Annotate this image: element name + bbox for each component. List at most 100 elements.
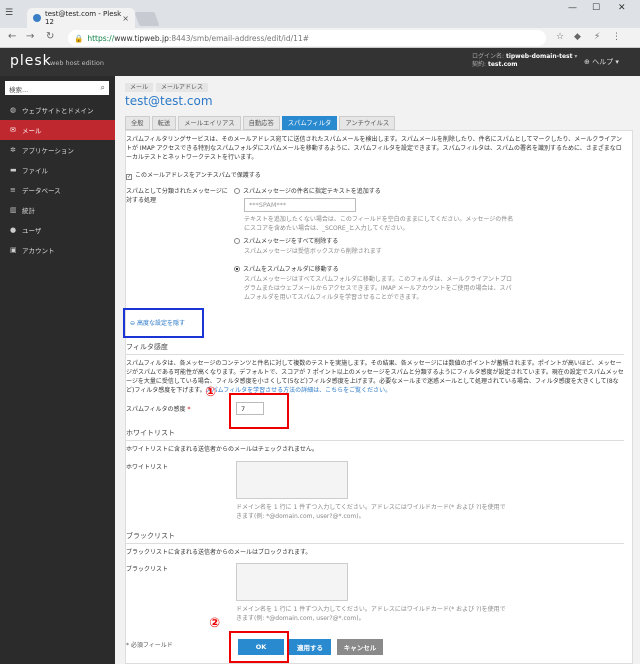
minimize-icon[interactable]: —	[568, 3, 577, 13]
cancel-button[interactable]: キャンセル	[337, 639, 383, 655]
browser-menu-icon[interactable]: ☰	[5, 8, 13, 18]
sidebar-item-databases[interactable]: ≡ データベース	[0, 180, 115, 200]
annotation-red-box-1	[229, 393, 289, 429]
main-content: メール メールアドレス test@test.com 全般 転送 メールエイリアス …	[115, 76, 640, 664]
annotation-red-box-2	[229, 631, 289, 663]
opt-add-subject-hint: テキストを追加したくない場合は、このフィールドを空白のままにしてください。メッセ…	[244, 216, 514, 232]
whitelist-label: ホワイトリスト	[126, 464, 169, 471]
database-icon: ≡	[10, 186, 16, 194]
tab-forwarding[interactable]: 転送	[151, 116, 177, 130]
opt-move[interactable]: スパムをスパムフォルダに移動する	[234, 265, 534, 274]
url-host: www.tipweb.jp	[114, 33, 169, 43]
page-title: test@test.com	[125, 94, 213, 108]
reload-icon[interactable]: ↻	[46, 31, 54, 42]
sidebar-item-label: アプリケーション	[22, 147, 74, 155]
folder-icon: ▬	[10, 166, 17, 174]
sidebar-item-label: メール	[22, 127, 42, 135]
breadcrumb: メール メールアドレス	[125, 82, 211, 92]
back-icon[interactable]: ←	[8, 31, 16, 42]
blacklist-section-title: ブラックリスト	[126, 531, 624, 544]
contract-label: 契約:	[472, 61, 487, 68]
filter-section-title: フィルタ感度	[126, 342, 624, 355]
breadcrumb-item[interactable]: メール	[125, 83, 154, 92]
blacklist-hint: ドメイン名を 1 行に 1 件ずつ入力してください。アドレスにはワイルドカード(…	[236, 606, 506, 622]
login-value[interactable]: tipweb-domain-test	[506, 53, 573, 60]
breadcrumb-item[interactable]: メールアドレス	[156, 83, 209, 92]
annotation-number-1: ①	[205, 385, 217, 400]
browser-tab[interactable]: test@test.com - Plesk 12 ×	[27, 8, 135, 28]
url-path: :8443/smb/email-address/edit/id/11#	[168, 33, 310, 43]
annotation-blue-box	[123, 308, 204, 338]
radio-move[interactable]	[234, 266, 240, 272]
url-scheme: https://	[87, 33, 115, 43]
tab-antivirus[interactable]: アンチウイルス	[339, 116, 396, 130]
sidebar-item-label: 統計	[22, 207, 35, 215]
browser-menu-dots-icon[interactable]: ⋮	[612, 32, 621, 42]
star-icon[interactable]: ☆	[556, 32, 564, 42]
sidebar-item-account[interactable]: ▣ アカウント	[0, 240, 115, 260]
forward-icon[interactable]: →	[26, 31, 34, 42]
search-input[interactable]: 検索... ⌕	[5, 81, 109, 95]
favicon-icon	[33, 14, 41, 22]
tab-spam-filter[interactable]: スパムフィルタ	[281, 116, 338, 130]
browser-tabstrip: ☰ test@test.com - Plesk 12 × — ☐ ✕	[0, 0, 640, 28]
help-icon: ⊕	[584, 58, 590, 66]
enable-antispam-checkbox[interactable]: ✓	[126, 174, 132, 180]
contract-value: test.com	[487, 61, 518, 68]
close-tab-icon[interactable]: ×	[122, 14, 129, 23]
new-tab-button[interactable]	[134, 12, 160, 26]
whitelist-textarea[interactable]	[236, 461, 348, 499]
opt-move-label: スパムをスパムフォルダに移動する	[243, 266, 339, 273]
whitelist-description: ホワイトリストに含まれる送信者からのメールはチェックされません。	[126, 446, 318, 453]
plesk-edition: web host edition	[50, 59, 104, 67]
sidebar-item-websites[interactable]: ◍ ウェブサイトとドメイン	[0, 100, 115, 120]
address-bar[interactable]: 🔒 https:// www.tipweb.jp :8443/smb/email…	[68, 30, 546, 46]
search-icon[interactable]: ⌕	[101, 83, 105, 93]
apply-button[interactable]: 適用する	[289, 639, 331, 655]
help-menu[interactable]: ⊕ ヘルプ ▾	[584, 57, 619, 67]
classify-label: スパムとして分類されたメッセージに対する処理	[126, 188, 228, 204]
extension-icon[interactable]: ◆	[574, 32, 581, 42]
bar-chart-icon: ▥	[10, 206, 17, 214]
blacklist-textarea[interactable]	[236, 563, 348, 601]
sidebar-item-users[interactable]: ● ユーザ	[0, 220, 115, 240]
required-field-note: * 必須フィールド	[126, 642, 173, 649]
opt-add-subject[interactable]: スパムメッセージの件名に指定テキストを追加する	[234, 187, 534, 196]
login-label: ログイン名:	[472, 53, 505, 60]
required-mark: *	[187, 406, 191, 413]
sidebar-item-label: ウェブサイトとドメイン	[22, 107, 94, 115]
mail-icon: ✉	[10, 126, 16, 134]
tab-general[interactable]: 全般	[125, 116, 150, 130]
filter-description: スパムフィルタは、各メッセージのコンテンツと件名に対して複数のテストを実施します…	[126, 359, 624, 395]
sidebar-item-mail[interactable]: ✉ メール	[0, 120, 115, 140]
lightning-icon[interactable]: ⚡	[594, 32, 600, 42]
sidebar-item-label: ファイル	[22, 167, 48, 175]
opt-move-hint: スパムメッセージはすべてスパムフォルダに移動します。このフォルダは、メールクライ…	[244, 276, 513, 301]
maximize-icon[interactable]: ☐	[592, 3, 600, 13]
search-placeholder: 検索...	[9, 86, 29, 94]
spam-subject-input[interactable]: ***SPAM***	[244, 198, 356, 212]
whitelist-hint: ドメイン名を 1 行に 1 件ずつ入力してください。アドレスにはワイルドカード(…	[236, 504, 506, 520]
sidebar-item-files[interactable]: ▬ ファイル	[0, 160, 115, 180]
sidebar: 検索... ⌕ ◍ ウェブサイトとドメイン ✉ メール ✲ アプリケーション ▬ ファイ…	[0, 76, 115, 664]
sidebar-item-statistics[interactable]: ▥ 統計	[0, 200, 115, 220]
enable-antispam-label: このメールアドレスをアンチスパムで保護する	[135, 172, 261, 179]
tab-aliases[interactable]: メールエイリアス	[178, 116, 241, 130]
sidebar-item-applications[interactable]: ✲ アプリケーション	[0, 140, 115, 160]
close-window-icon[interactable]: ✕	[618, 3, 626, 13]
tab-autoresponder[interactable]: 自動応答	[242, 116, 280, 130]
annotation-number-2: ②	[209, 616, 221, 631]
globe-icon: ◍	[10, 106, 17, 114]
user-icon: ●	[10, 226, 17, 234]
radio-delete[interactable]	[234, 238, 240, 244]
opt-delete-hint: スパムメッセージは受信ボックスから削除されます	[244, 248, 382, 255]
enable-antispam-row[interactable]: ✓ このメールアドレスをアンチスパムで保護する	[126, 171, 426, 180]
spam-filter-panel: スパムフィルタリングサービスは、そのメールアドレス宛てに送信されたスパムメールを…	[123, 130, 633, 664]
help-label: ヘルプ	[592, 58, 614, 66]
gear-icon: ✲	[10, 146, 16, 154]
opt-delete[interactable]: スパムメッセージをすべて削除する	[234, 237, 534, 246]
opt-add-subject-label: スパムメッセージの件名に指定テキストを追加する	[243, 188, 381, 195]
whitelist-section-title: ホワイトリスト	[126, 428, 624, 441]
radio-add-subject[interactable]	[234, 188, 240, 194]
browser-tab-title: test@test.com - Plesk 12	[45, 10, 122, 26]
